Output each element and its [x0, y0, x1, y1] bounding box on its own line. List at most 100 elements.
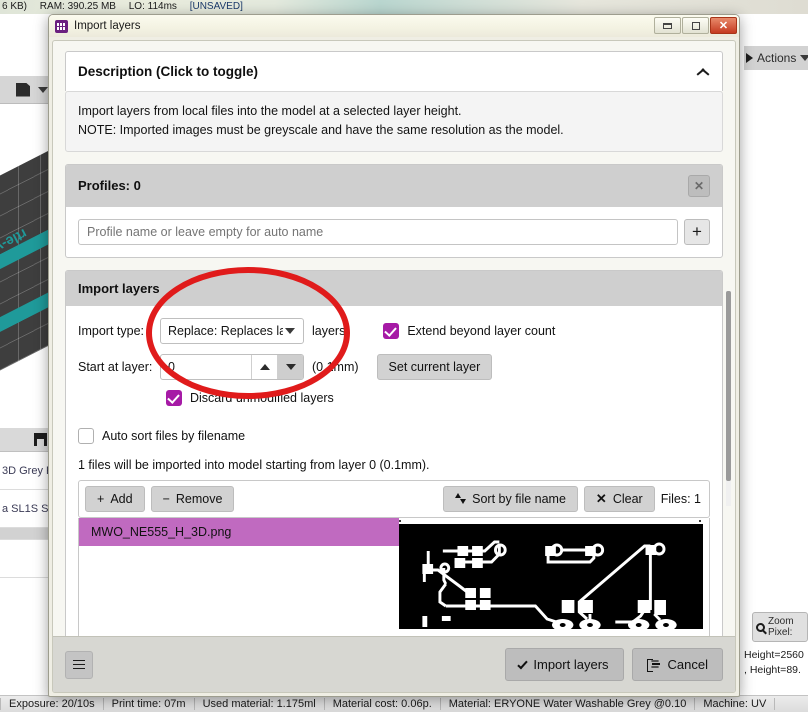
- maximize-button[interactable]: [682, 17, 709, 34]
- memory-label: 6 KB): [2, 1, 28, 12]
- background-left-toolbar[interactable]: [0, 76, 52, 104]
- files-count-label: Files: 1: [660, 491, 701, 506]
- discard-unmodified-row[interactable]: Discard unmodified layers: [166, 389, 710, 406]
- import-layers-body: Import type: Replace: Replaces la layers…: [66, 306, 722, 636]
- status-exposure: Exposure: 20/10s: [0, 698, 104, 710]
- status-machine: Machine: UV: [695, 698, 776, 710]
- sort-by-file-name-button[interactable]: Sort by file name: [443, 485, 578, 512]
- lo-label: LO: 114ms: [128, 1, 177, 12]
- dialog-titlebar[interactable]: Import layers ✕: [49, 15, 739, 37]
- extend-beyond-checkbox[interactable]: [383, 322, 400, 339]
- close-icon: ✕: [595, 491, 607, 507]
- list-item[interactable]: [0, 540, 52, 578]
- chevron-up-icon[interactable]: [696, 67, 710, 76]
- profiles-group: Profiles: 0 ✕ +: [65, 163, 723, 258]
- add-file-label: Add: [110, 491, 133, 506]
- stepper-down-button[interactable]: [277, 354, 303, 379]
- profiles-close-button[interactable]: ✕: [688, 174, 710, 197]
- pcb-layer-preview-image: [399, 523, 703, 629]
- scrollbar-thumb[interactable]: [726, 291, 731, 481]
- menu-button[interactable]: [65, 650, 93, 679]
- description-line-2: NOTE: Imported images must be greyscale …: [78, 123, 564, 138]
- file-list-toolbar: + Add − Remove Sort by file name ✕ Clear…: [78, 479, 710, 518]
- window-controls[interactable]: ✕: [654, 17, 737, 34]
- hamburger-icon: [73, 663, 85, 666]
- stepper-up-button[interactable]: [251, 354, 277, 379]
- status-print-time: Print time: 07m: [104, 698, 195, 710]
- import-type-select[interactable]: Replace: Replaces la: [160, 317, 304, 344]
- close-button[interactable]: ✕: [710, 17, 737, 34]
- maximize-icon: [691, 21, 700, 30]
- import-info-text: 1 files will be imported into model star…: [78, 457, 430, 472]
- height-line-2: , Height=89.: [744, 664, 801, 676]
- unsaved-label: [UNSAVED]: [189, 1, 243, 12]
- app-logo-icon: [55, 19, 68, 33]
- status-used-material: Used material: 1.175ml: [195, 698, 325, 710]
- set-current-layer-button[interactable]: Set current layer: [376, 353, 493, 380]
- file-list-item[interactable]: MWO_NE555_H_3D.png: [79, 517, 399, 546]
- profile-name-row: +: [78, 218, 710, 245]
- app-top-status-bar: 6 KB) RAM: 390.25 MB LO: 114ms [UNSAVED]: [0, 0, 808, 14]
- cancel-button[interactable]: Cancel: [631, 648, 723, 681]
- import-layers-button[interactable]: Import layers: [505, 648, 624, 681]
- start-at-layer-stepper[interactable]: 0: [160, 353, 304, 380]
- height-line-1: Height=2560: [744, 649, 804, 661]
- remove-file-button[interactable]: − Remove: [150, 485, 235, 512]
- file-list: MWO_NE555_H_3D.png: [78, 517, 710, 636]
- minus-icon: −: [162, 491, 170, 506]
- dialog-body: Description (Click to toggle) Import lay…: [52, 40, 736, 693]
- import-type-value: Replace: Replaces la: [168, 323, 283, 338]
- sort-icon: [455, 493, 467, 505]
- save-icon[interactable]: [34, 433, 47, 446]
- marker-dot-left: [399, 519, 401, 522]
- add-profile-button[interactable]: +: [684, 218, 710, 245]
- add-file-button[interactable]: + Add: [85, 485, 145, 512]
- status-material-cost: Material cost: 0.06p.: [325, 698, 441, 710]
- chevron-down-icon[interactable]: [285, 327, 295, 334]
- actions-button[interactable]: Actions: [744, 46, 808, 70]
- auto-sort-checkbox[interactable]: [78, 427, 94, 444]
- status-material: Material: ERYONE Water Washable Grey @0.…: [441, 698, 696, 710]
- list-item[interactable]: a SL1S S: [0, 490, 52, 528]
- extend-beyond-checkbox-row[interactable]: Extend beyond layer count: [383, 322, 555, 339]
- background-save-toolbar[interactable]: [0, 428, 52, 452]
- profile-name-input[interactable]: [78, 218, 678, 245]
- import-layers-group: Import layers Import type: Replace: Repl…: [65, 269, 723, 636]
- discard-unmodified-checkbox[interactable]: [166, 389, 182, 406]
- import-layers-dialog: Import layers ✕ Description (Click to to…: [48, 14, 740, 697]
- clear-files-button[interactable]: ✕ Clear: [583, 485, 655, 512]
- list-separator: [0, 528, 52, 540]
- import-type-row: Import type: Replace: Replaces la layers…: [78, 317, 710, 344]
- sort-label: Sort by file name: [472, 491, 566, 506]
- close-icon: ✕: [718, 20, 729, 32]
- start-at-layer-label: Start at layer:: [78, 359, 153, 374]
- start-at-layer-row: Start at layer: 0 (0.1mm) Set current la…: [78, 353, 710, 380]
- dialog-vertical-scrollbar[interactable]: [726, 291, 731, 506]
- actions-label: Actions: [757, 51, 797, 65]
- chevron-down-icon[interactable]: [38, 86, 48, 93]
- play-triangle-icon: [746, 53, 753, 63]
- import-layers-button-label: Import layers: [533, 657, 609, 672]
- description-toggle-header[interactable]: Description (Click to toggle): [65, 51, 723, 91]
- description-header-label: Description (Click to toggle): [78, 64, 259, 79]
- list-item[interactable]: 3D Grey P: [0, 452, 52, 490]
- bottom-status-bar: Exposure: 20/10s Print time: 07m Used ma…: [0, 695, 808, 712]
- profiles-body: +: [66, 207, 722, 257]
- dialog-scroll-area: Description (Click to toggle) Import lay…: [53, 41, 735, 636]
- import-type-label: Import type:: [78, 323, 144, 338]
- start-at-layer-suffix: (0.1mm): [312, 359, 359, 374]
- minimize-button[interactable]: [654, 17, 681, 34]
- zoom-widget[interactable]: Zoom Pixel:: [752, 612, 808, 642]
- auto-sort-row[interactable]: Auto sort files by filename: [78, 427, 710, 444]
- start-at-layer-value[interactable]: 0: [161, 360, 251, 374]
- zoom-widget-text: Zoom Pixel:: [768, 616, 794, 638]
- exit-icon: [646, 659, 660, 672]
- import-layers-header-label: Import layers: [78, 280, 160, 296]
- document-icon[interactable]: [16, 82, 30, 97]
- chevron-up-icon: [259, 363, 270, 370]
- clear-label: Clear: [612, 491, 643, 506]
- background-property-list: 3D Grey P a SL1S S: [0, 452, 52, 692]
- chevron-down-icon[interactable]: [800, 55, 808, 61]
- chevron-down-icon: [285, 363, 296, 370]
- auto-sort-label: Auto sort files by filename: [102, 428, 246, 443]
